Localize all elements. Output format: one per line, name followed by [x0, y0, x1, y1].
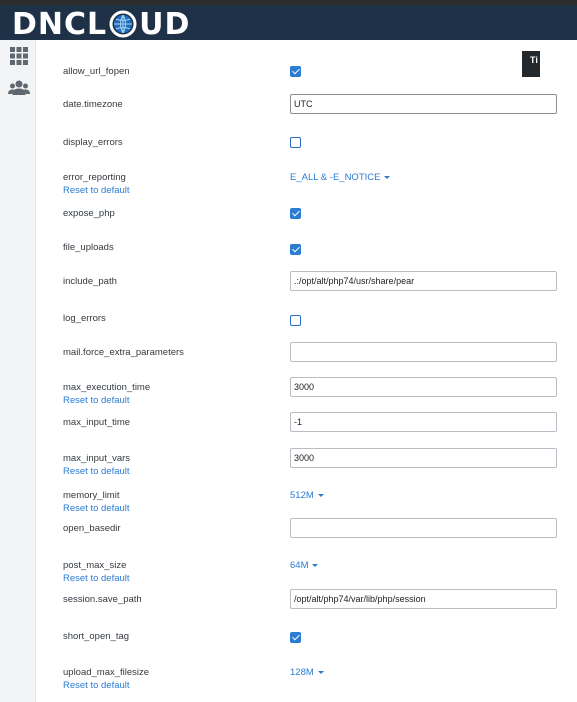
- post-max-size-dropdown[interactable]: 64M: [290, 560, 319, 571]
- dropdown-value: 64M: [290, 560, 309, 571]
- setting-label: max_execution_time: [63, 382, 151, 393]
- dncloud-logo[interactable]: DNCL UD: [12, 6, 191, 42]
- max-input-vars-input[interactable]: 3000: [290, 448, 557, 468]
- reset-to-default-link[interactable]: Reset to default: [63, 395, 130, 406]
- allow-url-fopen-checkbox[interactable]: [290, 66, 301, 77]
- session-save-path-input[interactable]: /opt/alt/php74/var/lib/php/session: [290, 589, 557, 609]
- setting-label: session.save_path: [63, 594, 142, 605]
- logo-text-right: UD: [139, 6, 191, 42]
- reset-to-default-link[interactable]: Reset to default: [63, 185, 130, 196]
- setting-label: file_uploads: [63, 242, 114, 253]
- tooltip: Ti: [522, 51, 540, 77]
- caret-down-icon: [317, 493, 324, 497]
- setting-label: upload_max_filesize: [63, 667, 150, 678]
- php-settings-panel: allow_url_fopen date.timezone UTC displa…: [37, 40, 577, 702]
- setting-label: expose_php: [63, 208, 115, 219]
- expose-php-checkbox[interactable]: [290, 208, 301, 219]
- setting-label: error_reporting: [63, 172, 126, 183]
- display-errors-checkbox[interactable]: [290, 137, 301, 148]
- reset-to-default-link[interactable]: Reset to default: [63, 573, 130, 584]
- caret-down-icon: [317, 670, 324, 674]
- log-errors-checkbox[interactable]: [290, 315, 301, 326]
- dropdown-value: 128M: [290, 667, 314, 678]
- sidebar: [0, 40, 36, 702]
- setting-label: memory_limit: [63, 490, 120, 501]
- max-execution-time-input[interactable]: 3000: [290, 377, 557, 397]
- setting-label: display_errors: [63, 137, 123, 148]
- logo-text-left: DNCL: [12, 6, 108, 42]
- grid-icon[interactable]: [8, 46, 30, 66]
- caret-down-icon: [384, 175, 391, 179]
- setting-label: post_max_size: [63, 560, 127, 571]
- caret-down-icon: [312, 563, 319, 567]
- reset-to-default-link[interactable]: Reset to default: [63, 503, 130, 514]
- globe-icon: [109, 10, 137, 38]
- upload-max-filesize-dropdown[interactable]: 128M: [290, 667, 324, 678]
- reset-to-default-link[interactable]: Reset to default: [63, 680, 130, 691]
- setting-label: short_open_tag: [63, 631, 130, 642]
- setting-label: log_errors: [63, 313, 106, 324]
- setting-label: open_basedir: [63, 523, 121, 534]
- dropdown-value: 512M: [290, 490, 314, 501]
- setting-label: max_input_vars: [63, 453, 131, 464]
- file-uploads-checkbox[interactable]: [290, 244, 301, 255]
- include-path-input[interactable]: .:/opt/alt/php74/usr/share/pear: [290, 271, 557, 291]
- date-timezone-input[interactable]: UTC: [290, 94, 557, 114]
- setting-label: mail.force_extra_parameters: [63, 347, 184, 358]
- dropdown-value: E_ALL & -E_NOTICE: [290, 172, 381, 183]
- top-bar: DNCL UD: [0, 0, 577, 42]
- memory-limit-dropdown[interactable]: 512M: [290, 490, 324, 501]
- reset-to-default-link[interactable]: Reset to default: [63, 466, 130, 477]
- short-open-tag-checkbox[interactable]: [290, 632, 301, 643]
- error-reporting-dropdown[interactable]: E_ALL & -E_NOTICE: [290, 172, 391, 183]
- setting-label: allow_url_fopen: [63, 66, 130, 77]
- max-input-time-input[interactable]: -1: [290, 412, 557, 432]
- setting-label: max_input_time: [63, 417, 131, 428]
- setting-label: date.timezone: [63, 99, 123, 110]
- users-icon[interactable]: [8, 78, 30, 98]
- setting-label: include_path: [63, 276, 117, 287]
- mail-force-extra-parameters-input[interactable]: [290, 342, 557, 362]
- open-basedir-input[interactable]: [290, 518, 557, 538]
